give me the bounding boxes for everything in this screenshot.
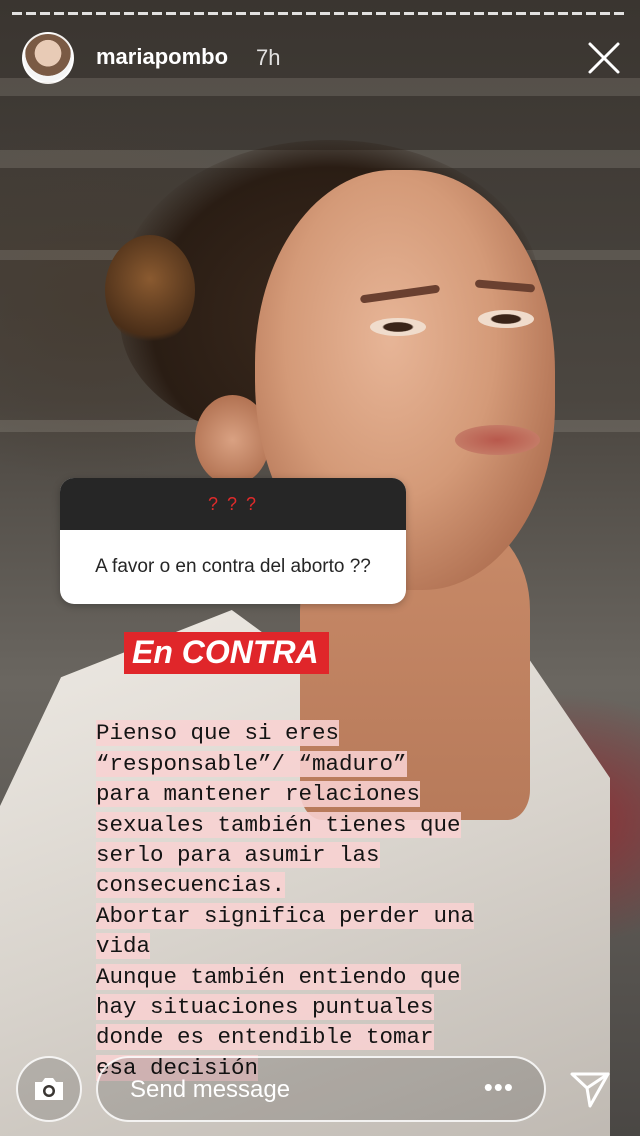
send-icon (570, 1072, 610, 1108)
answer-line: “responsable”/ “maduro” (96, 750, 407, 777)
story-progress-bar (12, 12, 628, 15)
answer-line: Aunque también entiendo que (96, 963, 461, 990)
answer-line: sexuales también tienes que (96, 811, 461, 838)
lips (455, 425, 540, 455)
answer-line: Abortar significa perder una (96, 902, 475, 929)
close-icon (588, 42, 620, 74)
answer-line: donde es entendible tomar (96, 1024, 434, 1051)
answer-line: hay situaciones puntuales (96, 994, 434, 1021)
answer-line: serlo para asumir las (96, 842, 380, 869)
send-direct-button[interactable] (566, 1064, 614, 1112)
username[interactable]: mariapombo (96, 44, 228, 70)
answer-label: En CONTRA (124, 632, 329, 674)
eye (370, 318, 426, 336)
send-message-placeholder: Send message (130, 1076, 291, 1103)
more-options-icon[interactable]: ••• (484, 1072, 514, 1103)
answer-text: Pienso que si eres “responsable”/ “madur… (96, 688, 566, 1083)
question-sticker: ? ? ? A favor o en contra del aborto ?? (60, 478, 406, 604)
question-header: ? ? ? (60, 478, 406, 530)
camera-button[interactable] (16, 1056, 82, 1122)
story-timestamp: 7h (256, 45, 281, 70)
answer-line: para mantener relaciones (96, 781, 421, 808)
eye (478, 310, 534, 328)
answer-line: consecuencias. (96, 872, 286, 899)
answer-line: vida (96, 933, 151, 960)
camera-icon (35, 1078, 63, 1100)
avatar[interactable] (22, 32, 74, 84)
question-text: A favor o en contra del aborto ?? (95, 556, 371, 577)
shelf (0, 78, 640, 96)
answer-line: Pienso que si eres (96, 720, 340, 747)
hair-bun (105, 235, 195, 345)
close-button[interactable] (584, 38, 624, 78)
send-message-input[interactable]: Send message ••• (96, 1056, 546, 1122)
